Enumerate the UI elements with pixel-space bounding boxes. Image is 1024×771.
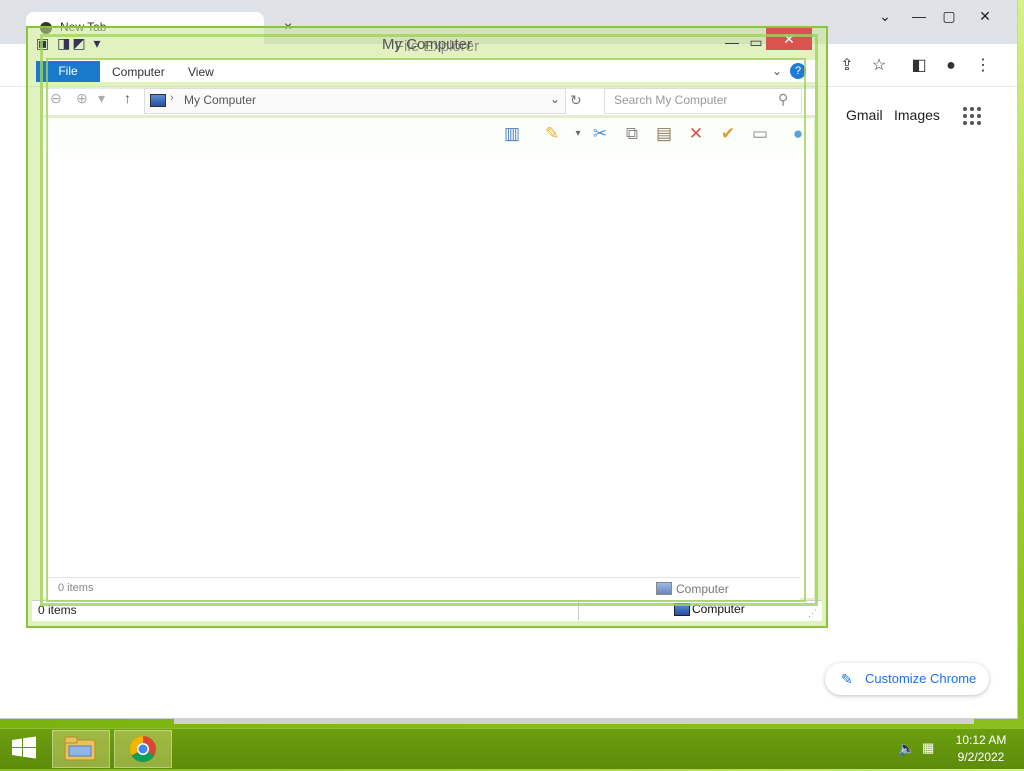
menu-kebab-icon[interactable]: ⋮ [970, 55, 996, 77]
gmail-link[interactable]: Gmail [846, 107, 883, 123]
customize-chrome-button[interactable]: ✎ Customize Chrome [825, 663, 989, 695]
side-panel-icon[interactable]: ◧ [906, 55, 932, 77]
start-button[interactable] [0, 728, 48, 768]
customize-label: Customize Chrome [865, 671, 977, 686]
minimize-button[interactable]: — [904, 4, 934, 28]
folder-icon [64, 736, 96, 761]
maximize-button[interactable]: ▢ [934, 4, 964, 28]
horizontal-scrollbar[interactable] [174, 718, 974, 724]
window-ghost-outline-inner [46, 58, 806, 602]
bookmark-star-icon[interactable]: ☆ [866, 55, 892, 77]
chrome-logo-icon [129, 735, 156, 763]
images-link[interactable]: Images [894, 107, 940, 123]
clock-date[interactable]: 9/2/2022 [954, 750, 1008, 764]
taskbar-chrome[interactable] [114, 730, 172, 768]
windows-logo-icon [12, 736, 36, 759]
profile-avatar-icon[interactable]: ● [938, 55, 964, 77]
tab-search-icon[interactable]: ⌄ [870, 4, 900, 28]
taskbar-file-explorer[interactable] [52, 730, 110, 768]
pencil-icon: ✎ [841, 671, 853, 687]
share-icon[interactable]: ⇪ [834, 55, 860, 77]
close-button[interactable]: ✕ [970, 4, 1000, 28]
network-icon[interactable]: ▦ [922, 740, 934, 756]
resize-grip-icon[interactable]: ⋰ [808, 608, 817, 619]
google-apps-icon[interactable] [963, 107, 981, 125]
clock-time[interactable]: 10:12 AM [954, 733, 1008, 747]
volume-icon[interactable]: 🔈 [898, 740, 915, 757]
